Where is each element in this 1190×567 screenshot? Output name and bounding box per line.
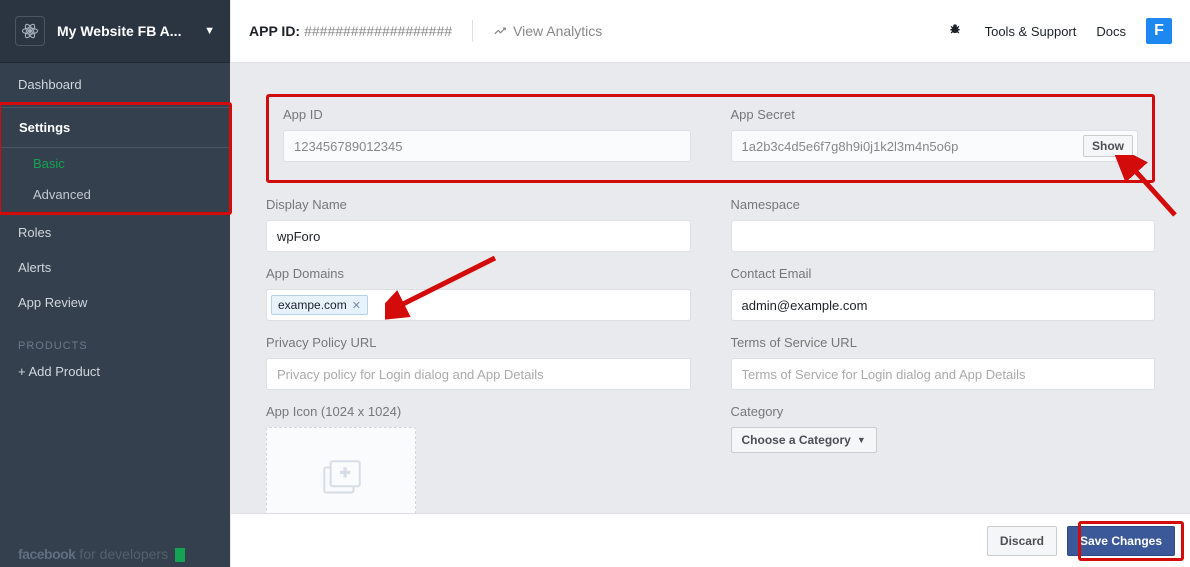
dropdown-caret-icon: ▼ [857,435,866,445]
appid-value: ################### [304,23,452,39]
app-id-label: App ID [283,107,691,122]
app-domains-label: App Domains [266,266,691,281]
footer-bar: Discard Save Changes [231,513,1190,567]
docs-link[interactable]: Docs [1096,24,1126,39]
privacy-url-label: Privacy Policy URL [266,335,691,350]
view-analytics-link[interactable]: View Analytics [493,23,602,39]
footer-suffix: for developers [79,546,168,562]
domain-tag[interactable]: exampe.com ✕ [271,295,368,315]
app-secret-value: 1a2b3c4d5e6f7g8h9i0j1k2l3m4n5o6p [742,139,1084,154]
terms-url-input[interactable] [731,358,1156,390]
display-name-label: Display Name [266,197,691,212]
analytics-icon [493,24,507,38]
contact-email-input[interactable] [731,289,1156,321]
discard-button[interactable]: Discard [987,526,1057,556]
app-secret-field: 1a2b3c4d5e6f7g8h9i0j1k2l3m4n5o6p Show [731,130,1139,162]
nav-settings-basic[interactable]: Basic [1,148,229,179]
save-changes-button[interactable]: Save Changes [1067,526,1175,556]
terms-url-label: Terms of Service URL [731,335,1156,350]
appid-label: APP ID: [249,23,300,39]
topbar: APP ID: ################### View Analyti… [231,0,1190,63]
tools-support-link[interactable]: Tools & Support [985,24,1077,39]
highlight-settings-section: Settings Basic Advanced [0,102,232,215]
category-dropdown[interactable]: Choose a Category ▼ [731,427,877,453]
privacy-url-input[interactable] [266,358,691,390]
avatar[interactable]: F [1146,18,1172,44]
namespace-label: Namespace [731,197,1156,212]
green-accent-icon [175,548,185,562]
nav-settings-advanced[interactable]: Advanced [1,179,229,210]
category-label: Category [731,404,1156,419]
divider [472,20,473,42]
domain-tag-text: exampe.com [278,298,347,312]
nav-roles[interactable]: Roles [0,215,230,250]
caret-down-icon: ▼ [204,25,215,37]
atom-icon [15,16,45,46]
image-placeholder-icon: + [316,455,366,505]
category-selected: Choose a Category [742,433,851,447]
app-id-input[interactable] [283,130,691,162]
highlight-credentials-box: App ID App Secret 1a2b3c4d5e6f7g8h9i0j1k… [266,94,1155,183]
contact-email-label: Contact Email [731,266,1156,281]
app-domains-input[interactable]: exampe.com ✕ [266,289,691,321]
nav-alerts[interactable]: Alerts [0,250,230,285]
products-heading: PRODUCTS [0,320,230,358]
sidebar-app-selector[interactable]: My Website FB A... ▼ [0,0,230,63]
svg-text:+: + [340,463,350,482]
app-title: My Website FB A... [57,23,200,39]
remove-tag-icon[interactable]: ✕ [352,299,361,312]
content: App ID App Secret 1a2b3c4d5e6f7g8h9i0j1k… [231,64,1190,567]
sidebar: My Website FB A... ▼ Dashboard Settings … [0,0,230,567]
namespace-input[interactable] [731,220,1156,252]
bug-icon[interactable] [947,21,963,42]
nav-settings[interactable]: Settings [1,107,229,147]
show-secret-button[interactable]: Show [1083,135,1133,157]
app-icon-label: App Icon (1024 x 1024) [266,404,691,419]
facebook-logo-text: facebook [18,546,75,562]
add-product-button[interactable]: + Add Product [0,358,230,385]
display-name-input[interactable] [266,220,691,252]
analytics-label: View Analytics [513,23,602,39]
sidebar-footer: facebook for developers [18,546,185,562]
nav-dashboard[interactable]: Dashboard [0,63,230,102]
app-secret-label: App Secret [731,107,1139,122]
nav-app-review[interactable]: App Review [0,285,230,320]
